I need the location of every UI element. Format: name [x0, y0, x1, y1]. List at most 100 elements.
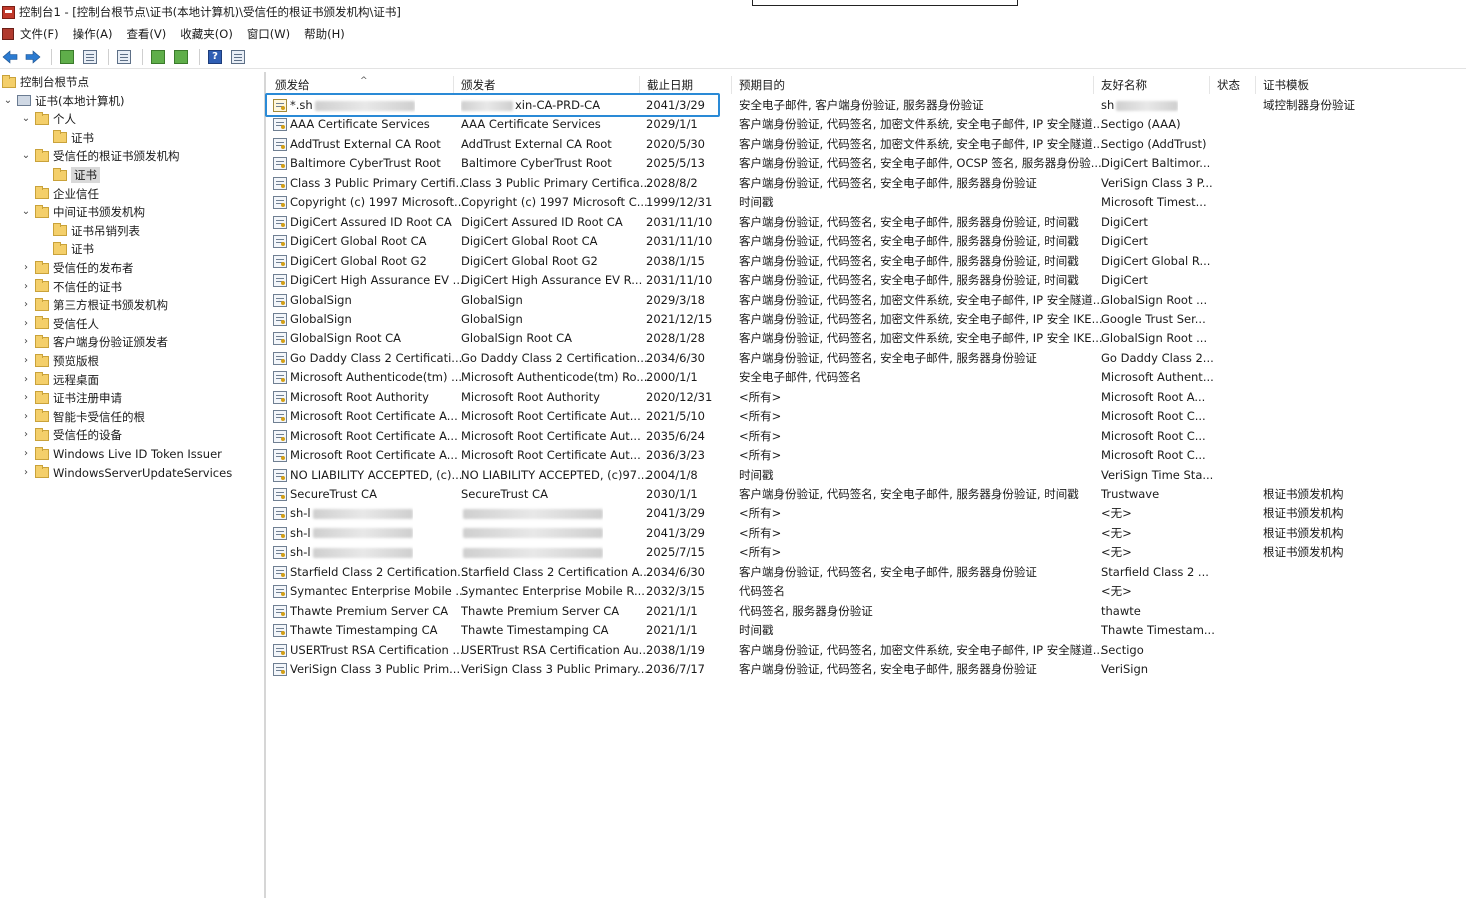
console-doc-icon[interactable] [2, 28, 14, 40]
tree-item[interactable]: › 受信任的发布者 [20, 259, 134, 277]
table-row[interactable]: AddTrust External CA Root AddTrust Extern… [268, 135, 1466, 155]
tree-item[interactable]: › 远程桌面 [20, 371, 99, 389]
tree-item[interactable]: 控制台根节点 [2, 73, 89, 91]
tree-item[interactable]: 企业信任 [20, 185, 99, 203]
collapse-chevron-icon[interactable]: › [20, 429, 32, 441]
column-status[interactable]: 状态 [1210, 76, 1256, 94]
collapse-chevron-icon[interactable]: › [20, 318, 32, 330]
menu-file[interactable]: 文件(F) [20, 26, 59, 42]
table-row[interactable]: Microsoft Root Certificate A... Microsoft… [268, 446, 1466, 466]
table-row[interactable]: sh-l 2041/3/29 <所有> <无> 根证书颁发机构 [268, 524, 1466, 544]
table-row[interactable]: DigiCert High Assurance EV ... DigiCert H… [268, 271, 1466, 291]
clipboard-icon[interactable] [114, 47, 134, 67]
tree-item[interactable]: 证书 [38, 240, 94, 258]
collapse-chevron-icon[interactable]: › [20, 467, 32, 479]
table-row[interactable]: Microsoft Root Certificate A... Microsoft… [268, 427, 1466, 447]
menu-view[interactable]: 查看(V) [126, 26, 166, 42]
tree-item[interactable]: › WindowsServerUpdateServices [20, 464, 232, 482]
table-row[interactable]: DigiCert Global Root CA DigiCert Global R… [268, 232, 1466, 252]
menu-action[interactable]: 操作(A) [73, 26, 113, 42]
show-tree-icon[interactable] [80, 47, 100, 67]
tree-item[interactable]: ⌄ 个人 [20, 110, 76, 128]
table-row[interactable]: sh-l 2041/3/29 <所有> <无> 根证书颁发机构 [268, 504, 1466, 524]
column-issued-by[interactable]: 颁发者 [454, 76, 640, 94]
expand-chevron-icon[interactable]: ⌄ [20, 206, 32, 218]
column-certificate-template[interactable]: 证书模板 [1256, 76, 1466, 94]
expand-chevron-icon[interactable]: ⌄ [20, 150, 32, 162]
menu-favorites[interactable]: 收藏夹(O) [180, 26, 233, 42]
tree-item[interactable]: ⌄ 受信任的根证书颁发机构 [20, 147, 180, 165]
collapse-chevron-icon[interactable]: › [20, 355, 32, 367]
table-row[interactable]: DigiCert Global Root G2 DigiCert Global R… [268, 252, 1466, 272]
cell-intended-purposes-text: 客户端身份验证, 代码签名, 安全电子邮件, 服务器身份验证 [739, 350, 1037, 365]
tree-item[interactable]: 证书 [38, 166, 100, 184]
table-row[interactable]: NO LIABILITY ACCEPTED, (c)... NO LIABILIT… [268, 466, 1466, 486]
table-row[interactable]: DigiCert Assured ID Root CA DigiCert Assu… [268, 213, 1466, 233]
table-row[interactable]: Go Daddy Class 2 Certificati... Go Daddy … [268, 349, 1466, 369]
menu-help[interactable]: 帮助(H) [304, 26, 345, 42]
table-row[interactable]: GlobalSign Root CA GlobalSign Root CA 2028… [268, 329, 1466, 349]
tree-item[interactable]: › 受信任的设备 [20, 426, 122, 444]
cell-issued-by-text: Symantec Enterprise Mobile R... [461, 584, 645, 599]
table-row[interactable]: Copyright (c) 1997 Microsoft... Copyright… [268, 193, 1466, 213]
properties-icon[interactable] [228, 47, 248, 67]
cell-expiration-date: 2031/11/10 [646, 213, 712, 233]
tree-item[interactable]: › Windows Live ID Token Issuer [20, 445, 222, 463]
column-friendly-name[interactable]: 友好名称 [1094, 76, 1210, 94]
collapse-chevron-icon[interactable]: › [20, 392, 32, 404]
table-row[interactable]: USERTrust RSA Certification ... USERTrust… [268, 641, 1466, 661]
expand-chevron-icon[interactable]: ⌄ [2, 95, 14, 107]
collapse-chevron-icon[interactable]: › [20, 281, 32, 293]
collapse-chevron-icon[interactable]: › [20, 411, 32, 423]
table-row[interactable]: Starfield Class 2 Certification... Starfi… [268, 563, 1466, 583]
forward-icon[interactable] [23, 47, 43, 67]
tree-item[interactable]: › 预览版根 [20, 352, 99, 370]
cell-intended-purposes-text: 客户端身份验证, 代码签名, 加密文件系统, 安全电子邮件, IP 安全隧道..… [739, 117, 1104, 132]
menu-window[interactable]: 窗口(W) [247, 26, 290, 42]
table-row[interactable]: Thawte Timestamping CA Thawte Timestampin… [268, 621, 1466, 641]
collapse-chevron-icon[interactable]: › [20, 374, 32, 386]
table-row[interactable]: Microsoft Authenticode(tm) ... Microsoft … [268, 368, 1466, 388]
cell-issued-by: DigiCert Assured ID Root CA [461, 213, 623, 233]
cell-issued-by: Copyright (c) 1997 Microsoft C... [461, 193, 648, 213]
table-row[interactable]: Microsoft Root Certificate A... Microsoft… [268, 407, 1466, 427]
collapse-chevron-icon[interactable]: › [20, 299, 32, 311]
help-icon[interactable]: ? [205, 47, 225, 67]
back-icon[interactable] [0, 47, 20, 67]
table-row[interactable]: Thawte Premium Server CA Thawte Premium S… [268, 602, 1466, 622]
column-issued-to[interactable]: 颁发给 ^ [268, 76, 454, 94]
column-intended-purposes[interactable]: 预期目的 [732, 76, 1094, 94]
table-row[interactable]: GlobalSign GlobalSign 2029/3/18 客户端身份验证, 代码… [268, 291, 1466, 311]
collapse-chevron-icon[interactable]: › [20, 448, 32, 460]
collapse-chevron-icon[interactable]: › [20, 336, 32, 348]
table-row[interactable]: Symantec Enterprise Mobile ... Symantec E… [268, 582, 1466, 602]
tree-item[interactable]: ⌄ 中间证书颁发机构 [20, 203, 145, 221]
cell-friendly-name: Microsoft Root C... [1101, 407, 1206, 427]
refresh-icon[interactable] [148, 47, 168, 67]
table-row[interactable]: *.sh xin-CA-PRD-CA 2041/3/29 安全电子邮件, 客户端身份验… [268, 96, 1466, 116]
collapse-chevron-icon[interactable]: › [20, 262, 32, 274]
tree-item[interactable]: 证书吊销列表 [38, 222, 140, 240]
table-row[interactable]: sh-l 2025/7/15 <所有> <无> 根证书颁发机构 [268, 543, 1466, 563]
up-folder-icon[interactable] [57, 47, 77, 67]
export-icon[interactable] [171, 47, 191, 67]
cell-intended-purposes: 客户端身份验证, 代码签名, 安全电子邮件, 服务器身份验证 [739, 174, 1037, 194]
tree-item[interactable]: › 受信任人 [20, 315, 99, 333]
table-row[interactable]: Class 3 Public Primary Certifi... Class 3… [268, 174, 1466, 194]
tree-item[interactable]: › 客户端身份验证颁发者 [20, 333, 168, 351]
table-row[interactable]: SecureTrust CA SecureTrust CA 2030/1/1 客户端身… [268, 485, 1466, 505]
table-row[interactable]: VeriSign Class 3 Public Prim... VeriSign … [268, 660, 1466, 680]
table-row[interactable]: AAA Certificate Services AAA Certificate … [268, 115, 1466, 135]
expand-chevron-icon[interactable]: ⌄ [20, 113, 32, 125]
tree-item[interactable]: ⌄ 证书(本地计算机) [2, 92, 125, 110]
tree-item[interactable]: › 第三方根证书颁发机构 [20, 296, 168, 314]
table-row[interactable]: Microsoft Root Authority Microsoft Root A… [268, 388, 1466, 408]
table-row[interactable]: Baltimore CyberTrust Root Baltimore Cyber… [268, 154, 1466, 174]
tree-item[interactable]: › 智能卡受信任的根 [20, 408, 145, 426]
tree-item-label: 个人 [53, 112, 76, 127]
tree-item[interactable]: 证书 [38, 129, 94, 147]
tree-item[interactable]: › 证书注册申请 [20, 389, 122, 407]
table-row[interactable]: GlobalSign GlobalSign 2021/12/15 客户端身份验证, 代… [268, 310, 1466, 330]
tree-item[interactable]: › 不信任的证书 [20, 278, 122, 296]
column-expiration-date[interactable]: 截止日期 [640, 76, 732, 94]
